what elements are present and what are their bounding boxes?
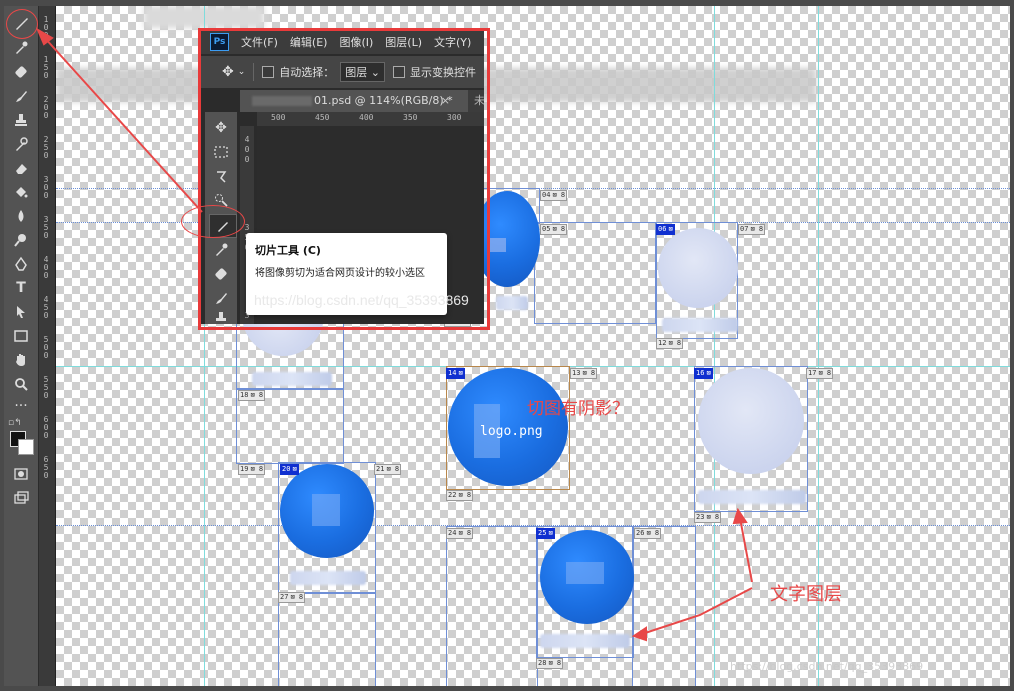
blur-icon[interactable] (11, 206, 31, 226)
slice-tool-highlight-circle (6, 9, 38, 39)
slice-07-badge: 07 (740, 225, 749, 233)
ruler-digit: 0 (43, 351, 49, 360)
ruler-digit: 0 (43, 271, 49, 280)
bottom-watermark: https://blog.csdn.net/qq_35393869 (730, 660, 924, 673)
slice-04-badge: 04 (542, 191, 551, 199)
ruler-digit: 0 (43, 151, 49, 160)
ruler-digit: 0 (43, 231, 49, 240)
slice-17-badge: 17 (808, 369, 817, 377)
tools-panel: T ··· ▫↰ (4, 6, 39, 686)
ruler-digit: 0 (43, 111, 49, 120)
slice-14-badge: 14 (448, 369, 457, 377)
slice-21-badge: 21 (376, 465, 385, 473)
background-color[interactable] (18, 439, 34, 455)
ruler-digit: 0 (43, 71, 49, 80)
shadow-question-annotation: 切图有阴影？ (527, 399, 629, 419)
slice-28-badge: 28 (538, 659, 547, 667)
healing-brush-icon[interactable] (11, 62, 31, 82)
slice-05-badge: 05 (542, 225, 551, 233)
history-brush-icon[interactable] (11, 134, 31, 154)
ruler-digit: 0 (43, 191, 49, 200)
pale-icon-06 (658, 228, 738, 308)
ruler-digit: 0 (43, 31, 49, 40)
slice-23-badge: 23 (696, 513, 705, 521)
ruler-digit: 0 (43, 471, 49, 480)
quick-mask-icon[interactable] (11, 464, 31, 484)
pale-icon-16 (698, 368, 804, 474)
photoshop-window: T ··· ▫↰ 1001502002503003504004505005506… (0, 0, 1014, 691)
path-selection-icon[interactable] (11, 302, 31, 322)
eraser-icon[interactable] (11, 158, 31, 178)
rectangle-icon[interactable] (11, 326, 31, 346)
type-icon[interactable]: T (11, 278, 31, 298)
text-layer-annotation: 文字图层 (770, 584, 842, 605)
slice-16-badge: 16 (696, 369, 705, 377)
clone-stamp-icon[interactable] (11, 110, 31, 130)
screen-mode-icon[interactable] (11, 488, 31, 508)
pen-icon[interactable] (11, 254, 31, 274)
slice-25-badge: 25 (538, 529, 547, 537)
brush-icon[interactable] (11, 86, 31, 106)
slice-18-badge: 18 (240, 391, 249, 399)
slice-19-badge: 19 (240, 465, 249, 473)
slice-06-badge: 06 (658, 225, 667, 233)
slice-13-badge: 13 (572, 369, 581, 377)
vertical-ruler: 100150200250300350400450500550600650 (39, 6, 56, 686)
ruler-digit: 0 (43, 311, 49, 320)
zoom-icon[interactable] (11, 374, 31, 394)
more-tools-icon[interactable]: ··· (11, 396, 31, 416)
slice-26-badge: 26 (636, 529, 645, 537)
highlight-frame (198, 28, 490, 330)
hand-icon[interactable] (11, 350, 31, 370)
eyedropper-icon[interactable] (11, 38, 31, 58)
slice-22-badge: 22 (448, 491, 457, 499)
logo-filename-label: logo.png (480, 424, 543, 439)
slice-20-badge: 20 (282, 465, 291, 473)
ruler-digit: 0 (43, 431, 49, 440)
ruler-digit: 0 (43, 391, 49, 400)
dodge-icon[interactable] (11, 230, 31, 250)
ps-slice-highlight-circle (181, 205, 245, 238)
slice-24-badge: 24 (448, 529, 457, 537)
paint-bucket-icon[interactable] (11, 182, 31, 202)
default-colors-icon[interactable]: ▫↰ (8, 418, 22, 428)
slice-27-badge: 27 (280, 593, 289, 601)
slice-12-badge: 12 (658, 339, 667, 347)
